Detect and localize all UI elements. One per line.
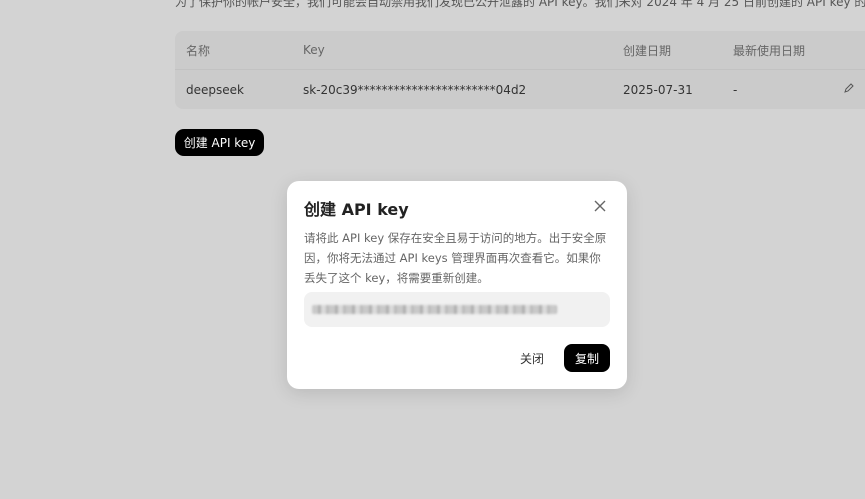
header-key: Key — [303, 43, 325, 57]
security-notice: 为了保护你的帐户安全，我们可能会自动禁用我们发现已公开泄露的 API key。我… — [175, 0, 865, 9]
edit-icon[interactable] — [843, 82, 865, 97]
header-created: 创建日期 — [623, 43, 672, 58]
row-key: sk-20c39***********************04d2 — [303, 82, 527, 97]
dialog-title: 创建 API key — [304, 200, 409, 219]
close-button[interactable]: 关闭 — [510, 345, 554, 372]
header-name: 名称 — [186, 43, 211, 58]
create-api-key-dialog: 创建 API key 请将此 API key 保存在安全且易于访问的地方。出于安… — [287, 181, 627, 389]
api-key-field[interactable] — [304, 292, 610, 327]
close-icon[interactable] — [592, 198, 608, 214]
dialog-description: 请将此 API key 保存在安全且易于访问的地方。出于安全原因，你将无法通过 … — [304, 231, 607, 285]
copy-button[interactable]: 复制 — [564, 344, 610, 372]
header-last-used: 最新使用日期 — [733, 43, 806, 58]
table-header: 名称 Key 创建日期 最新使用日期 — [175, 31, 865, 70]
row-name: deepseek — [186, 82, 244, 97]
row-last-used: - — [733, 82, 738, 97]
create-api-key-button[interactable]: 创建 API key — [175, 129, 264, 156]
row-created: 2025-07-31 — [623, 82, 693, 97]
table-row: deepseek sk-20c39***********************… — [175, 70, 865, 109]
api-keys-table: 名称 Key 创建日期 最新使用日期 deepseek sk-20c39****… — [175, 31, 865, 109]
blurred-key-value — [312, 305, 557, 314]
